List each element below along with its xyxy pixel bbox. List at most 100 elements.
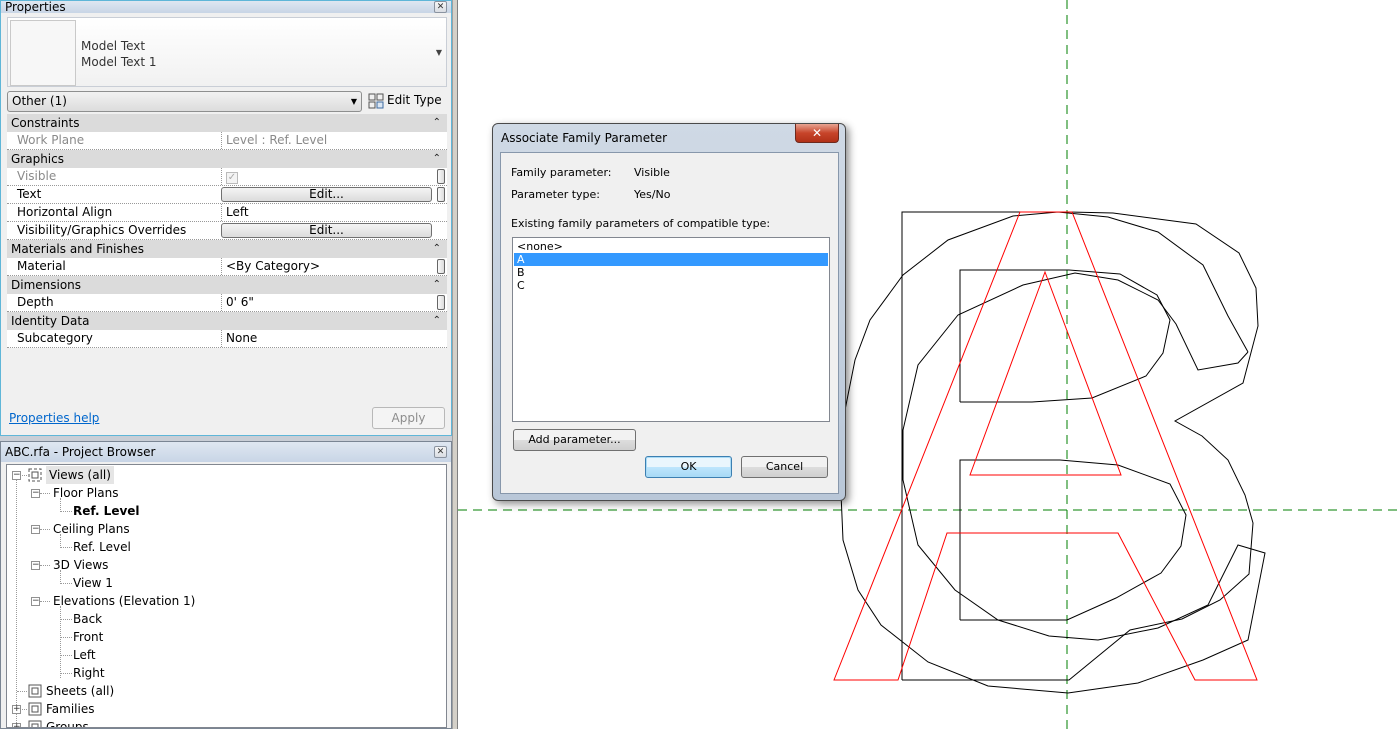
tree-node-ref-level[interactable]: Ref. Level (73, 502, 140, 520)
dialog-body: Family parameter: Visible Parameter type… (500, 152, 839, 494)
property-value[interactable]: Left (221, 204, 433, 221)
instance-filter-dropdown[interactable]: Other (1) ▼ (7, 91, 362, 112)
collapse-icon[interactable]: − (12, 471, 21, 480)
collapse-icon[interactable]: − (31, 525, 40, 534)
associate-parameter-button[interactable] (437, 259, 445, 274)
group-label: Graphics (11, 152, 64, 166)
collapse-icon[interactable]: − (31, 597, 40, 606)
tree-connector (60, 673, 72, 674)
model-text-c[interactable] (839, 211, 1266, 694)
groups-icon (28, 720, 42, 727)
type-preview-image (10, 20, 76, 86)
property-value[interactable]: <By Category> (221, 258, 433, 275)
views-icon (28, 468, 42, 482)
tree-connector (60, 583, 72, 584)
property-row-visible: Visible ✓ (7, 168, 447, 186)
tree-node-right[interactable]: Right (73, 664, 105, 682)
edit-type-label: Edit Type (387, 93, 442, 107)
tree-connector (60, 619, 72, 620)
tree-connector (40, 529, 50, 530)
tree-node-sheets-all[interactable]: Sheets (all) (46, 682, 114, 700)
text-edit-button[interactable]: Edit... (221, 187, 432, 202)
tree-connector (40, 493, 50, 494)
tree-node-views-all[interactable]: Views (all) (46, 466, 114, 484)
chevron-down-icon[interactable]: ▼ (436, 48, 442, 57)
close-icon[interactable]: ✕ (434, 446, 447, 458)
property-key: Horizontal Align (17, 205, 113, 219)
collapse-icon[interactable]: ⌃ (433, 312, 441, 330)
edit-type-button[interactable]: Edit Type (368, 91, 442, 111)
collapse-icon[interactable]: − (31, 489, 40, 498)
tree-node-elevations-elevation-1[interactable]: Elevations (Elevation 1) (53, 592, 195, 610)
tree-connector (60, 511, 72, 512)
property-row-horizontal-align: Horizontal Align Left (7, 204, 447, 222)
ok-button[interactable]: OK (645, 456, 732, 478)
group-materials-and-finishes[interactable]: Materials and Finishes ⌃ (7, 240, 447, 258)
dialog-close-button[interactable]: ✕ (795, 124, 839, 143)
tree-node-back[interactable]: Back (73, 610, 102, 628)
property-key: Visible (17, 169, 57, 183)
property-value: Level : Ref. Level (221, 132, 433, 149)
project-browser-title-bar[interactable]: ABC.rfa - Project Browser ✕ (1, 442, 451, 462)
model-text-b-lower-hole[interactable] (959, 459, 1187, 621)
property-row-subcategory: Subcategory None (7, 330, 447, 348)
families-icon (28, 702, 42, 716)
tree-node-groups[interactable]: Groups (46, 718, 89, 727)
tree-node-ceiling-plans[interactable]: Ceiling Plans (53, 520, 130, 538)
properties-title: Properties (5, 0, 66, 14)
tree-node-floor-plans[interactable]: Floor Plans (53, 484, 118, 502)
apply-button[interactable]: Apply (372, 407, 445, 429)
edit-type-icon (368, 93, 384, 108)
associate-parameter-button[interactable] (437, 187, 445, 202)
cancel-button[interactable]: Cancel (741, 456, 828, 478)
model-text-a-counter[interactable] (969, 270, 1122, 476)
type-selector[interactable]: Model Text Model Text 1 ▼ (7, 17, 447, 87)
group-constraints[interactable]: Constraints ⌃ (7, 114, 447, 132)
property-row-text: Text Edit... (7, 186, 447, 204)
group-identity-data[interactable]: Identity Data ⌃ (7, 312, 447, 330)
properties-title-bar[interactable]: Properties ✕ (1, 1, 451, 13)
tree-node-families[interactable]: Families (46, 700, 94, 718)
property-key: Subcategory (17, 331, 93, 345)
dialog-title: Associate Family Parameter (501, 131, 668, 145)
tree-connector (17, 691, 27, 692)
model-text-b-outer[interactable] (901, 211, 1259, 681)
project-browser-title: ABC.rfa - Project Browser (5, 445, 156, 459)
associate-parameter-button[interactable] (437, 295, 445, 310)
compatible-parameters-list[interactable]: <none> A B C (512, 237, 830, 422)
add-parameter-button[interactable]: Add parameter... (513, 429, 636, 451)
associate-parameter-button[interactable] (437, 169, 445, 184)
list-item-a[interactable]: A (514, 253, 828, 266)
family-parameter-label: Family parameter: (511, 166, 612, 179)
group-dimensions[interactable]: Dimensions ⌃ (7, 276, 447, 294)
tree-node-front[interactable]: Front (73, 628, 103, 646)
visibility-overrides-edit-button[interactable]: Edit... (221, 223, 432, 238)
property-value[interactable]: 0' 6" (221, 294, 433, 311)
collapse-icon[interactable]: ⌃ (433, 276, 441, 294)
close-icon[interactable]: ✕ (434, 1, 447, 13)
collapse-icon[interactable]: ⌃ (433, 150, 441, 168)
parameter-type-label: Parameter type: (511, 188, 601, 201)
tree-connector (60, 547, 72, 548)
properties-grid: Constraints ⌃ Work Plane Level : Ref. Le… (7, 114, 447, 348)
list-item-none[interactable]: <none> (514, 240, 828, 253)
collapse-icon[interactable]: ⌃ (433, 240, 441, 258)
list-item-b[interactable]: B (514, 266, 828, 279)
tree-connector (40, 565, 50, 566)
group-graphics[interactable]: Graphics ⌃ (7, 150, 447, 168)
left-dock: Properties ✕ Model Text Model Text 1 ▼ O… (0, 0, 458, 729)
expand-icon[interactable]: + (12, 723, 21, 727)
tree-node-left[interactable]: Left (73, 646, 96, 664)
tree-node-ref-level[interactable]: Ref. Level (73, 538, 131, 556)
tree-node-view-1[interactable]: View 1 (73, 574, 113, 592)
collapse-icon[interactable]: − (31, 561, 40, 570)
tree-connector (60, 655, 72, 656)
list-item-c[interactable]: C (514, 279, 828, 292)
property-value: ✓ (221, 168, 433, 185)
expand-icon[interactable]: + (12, 705, 21, 714)
visible-checkbox[interactable]: ✓ (226, 172, 238, 184)
collapse-icon[interactable]: ⌃ (433, 114, 441, 132)
property-value[interactable]: None (221, 330, 433, 347)
tree-node-3d-views[interactable]: 3D Views (53, 556, 108, 574)
properties-help-link[interactable]: Properties help (9, 411, 99, 425)
